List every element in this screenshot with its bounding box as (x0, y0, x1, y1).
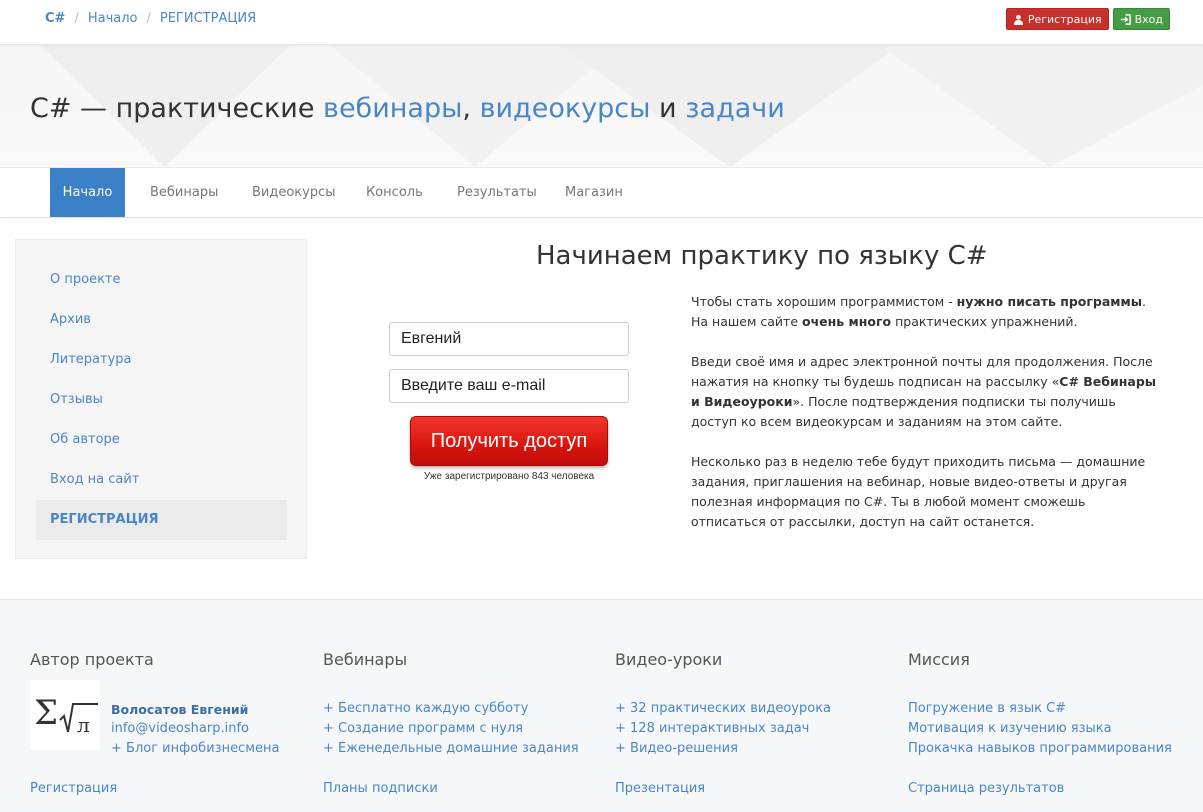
page-title: Начинаем практику по языку C# (536, 241, 988, 271)
author-blog-link[interactable]: + Блог инфобизнесмена (111, 741, 279, 756)
nav-item-shop[interactable]: Магазин (565, 168, 623, 217)
sidebar: О проекте Архив Литература Отзывы Об авт… (15, 239, 307, 559)
sidebar-item-author[interactable]: Об авторе (50, 432, 120, 447)
login-button[interactable]: Вход (1112, 8, 1170, 30)
nav-item-videocourses[interactable]: Видеокурсы (252, 168, 336, 217)
auth-buttons: Регистрация Вход (1005, 8, 1170, 30)
letters-paragraph: Несколько раз в неделю тебе будут приход… (691, 452, 1161, 532)
breadcrumb-item-current: РЕГИСТРАЦИЯ (159, 11, 257, 26)
intro-paragraph: Чтобы стать хорошим программистом - нужн… (691, 292, 1161, 332)
footer-videos-item[interactable]: + 128 интерактивных задач (615, 721, 809, 736)
sidebar-item-archive[interactable]: Архив (50, 312, 91, 327)
author-email-link[interactable]: info@videosharp.info (111, 721, 249, 736)
breadcrumb-separator: / (146, 11, 151, 26)
hero-banner: C# — практические вебинары, видеокурсы и… (0, 45, 1203, 168)
text-fragment: Несколько раз в неделю тебе будут приход… (691, 454, 1146, 529)
hero-title-separator: и (650, 93, 686, 124)
login-button-label: Вход (1134, 12, 1163, 26)
breadcrumb-separator: / (74, 11, 79, 26)
top-bar: C# / Начало / РЕГИСТРАЦИЯ Регистрация Вход (0, 0, 1203, 45)
footer-videos-item[interactable]: + Видео-решения (615, 741, 738, 756)
sidebar-item-registration[interactable]: РЕГИСТРАЦИЯ (36, 500, 287, 540)
user-icon (1013, 14, 1023, 25)
footer-heading-mission: Миссия (908, 650, 970, 669)
footer-webinars-item[interactable]: + Создание программ с нуля (323, 721, 523, 736)
sidebar-item-about[interactable]: О проекте (50, 272, 121, 287)
svg-text:л: л (77, 713, 90, 737)
author-logo: Σ л (30, 680, 100, 750)
register-button[interactable]: Регистрация (1005, 8, 1109, 30)
subscribe-paragraph: Введи своё имя и адрес электронной почты… (691, 352, 1161, 432)
breadcrumb-item-start[interactable]: Начало (88, 11, 138, 26)
text-bold: очень много (802, 314, 892, 329)
email-input[interactable]: Введите ваш e-mail (389, 369, 629, 403)
text-bold: нужно писать программы (956, 294, 1143, 309)
registered-count: Уже зарегистрировано 843 человека (423, 471, 595, 482)
sidebar-item-reviews[interactable]: Отзывы (50, 392, 103, 407)
sign-in-icon (1120, 13, 1131, 25)
sidebar-item-login[interactable]: Вход на сайт (50, 472, 139, 487)
nav-item-console[interactable]: Консоль (366, 168, 423, 217)
footer-mission-item[interactable]: Погружение в язык C# (908, 701, 1066, 716)
sidebar-item-literature[interactable]: Литература (50, 352, 132, 367)
name-input[interactable]: Евгений (389, 322, 629, 356)
get-access-button[interactable]: Получить доступ (410, 416, 608, 466)
footer-link-results[interactable]: Страница результатов (908, 781, 1064, 796)
footer-webinars-item[interactable]: + Бесплатно каждую субботу (323, 701, 528, 716)
footer-mission-item[interactable]: Мотивация к изучению языка (908, 721, 1112, 736)
nav-item-start[interactable]: Начало (50, 168, 125, 217)
nav-item-webinars[interactable]: Вебинары (150, 168, 218, 217)
footer-link-registration[interactable]: Регистрация (30, 781, 117, 796)
text-fragment: Чтобы стать хорошим программистом - (691, 294, 957, 309)
nav-item-results[interactable]: Результаты (457, 168, 537, 217)
sigma-sqrt-icon: Σ л (34, 693, 98, 737)
hero-title-separator: , (462, 93, 480, 124)
sidebar-item-label: РЕГИСТРАЦИЯ (50, 512, 159, 527)
svg-text:Σ: Σ (34, 693, 58, 733)
footer-mission-item[interactable]: Прокачка навыков программирования (908, 741, 1172, 756)
footer-link-presentation[interactable]: Презентация (615, 781, 705, 796)
hero-link-webinars[interactable]: вебинары (323, 93, 462, 124)
footer-webinars-item[interactable]: + Еженедельные домашние задания (323, 741, 579, 756)
footer-heading-videos: Видео-уроки (615, 650, 723, 669)
breadcrumb: C# / Начало / РЕГИСТРАЦИЯ (45, 11, 256, 26)
hero-link-tasks[interactable]: задачи (685, 93, 785, 124)
footer-heading-author: Автор проекта (30, 650, 154, 669)
register-button-label: Регистрация (1027, 12, 1102, 26)
author-name[interactable]: Волосатов Евгений (111, 702, 248, 717)
breadcrumb-home[interactable]: C# (45, 11, 65, 26)
main-nav: Начало Вебинары Видеокурсы Консоль Резул… (0, 168, 1203, 218)
hero-title: C# — практические вебинары, видеокурсы и… (30, 93, 785, 124)
text-fragment: практических упражнений. (891, 314, 1078, 329)
hero-title-prefix: C# — практические (30, 93, 324, 124)
footer-videos-item[interactable]: + 32 практических видеоурока (615, 701, 831, 716)
footer-link-plans[interactable]: Планы подписки (323, 781, 438, 796)
footer-heading-webinars: Вебинары (323, 650, 408, 669)
hero-link-videocourses[interactable]: видеокурсы (480, 93, 651, 124)
